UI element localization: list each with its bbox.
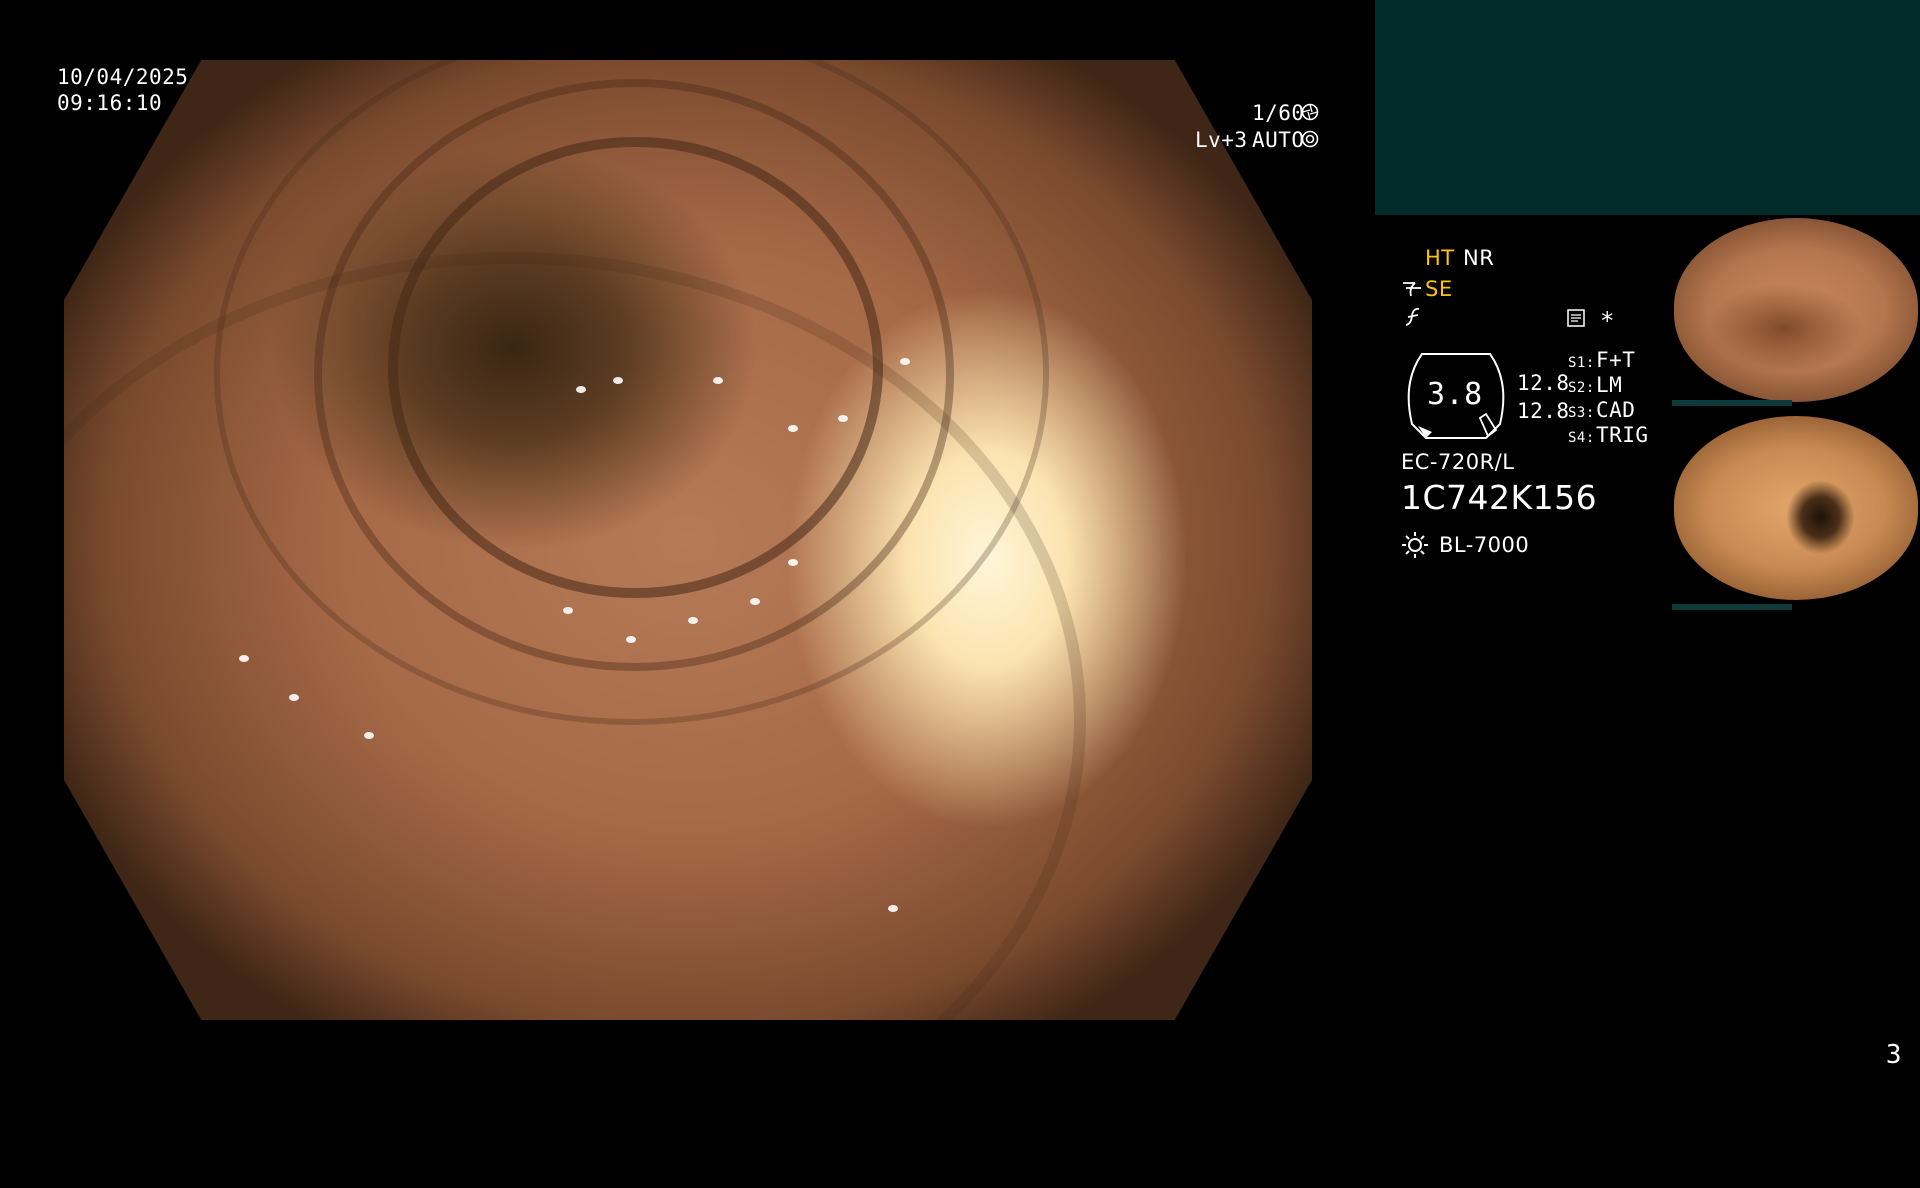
specular-highlight [837, 415, 848, 423]
nr-label: NR [1463, 246, 1495, 270]
enhancement-icon [1403, 282, 1421, 297]
specular-highlight [887, 904, 898, 912]
switch-key: S2: [1568, 380, 1595, 396]
thumbnail-image [1674, 416, 1918, 600]
memo-icon [1567, 309, 1585, 327]
brightness-level-text: Lv+3 [1195, 128, 1248, 152]
specular-highlight [712, 376, 723, 384]
se-label: SE [1425, 277, 1453, 301]
date-text: 10/04/2025 [57, 65, 189, 89]
info-display-box [1375, 0, 1920, 215]
lamp-value: 3.8 [1427, 377, 1483, 412]
light-source-model: BL-7000 [1439, 533, 1530, 557]
iris-icon [1301, 130, 1319, 148]
switch-value: LM [1596, 373, 1623, 397]
specular-highlight [363, 732, 374, 739]
specular-highlight [613, 376, 624, 384]
specular-highlight [288, 693, 299, 701]
switch-key: S1: [1568, 355, 1595, 371]
specular-highlight [787, 424, 798, 432]
readout-1: 12.8 [1517, 371, 1570, 395]
captured-thumbnail-1[interactable] [1672, 216, 1920, 406]
main-endoscope-view [64, 60, 1312, 1020]
page-number: 3 [1885, 1040, 1902, 1070]
star-marker: * [1600, 307, 1615, 335]
thumbnail-image [1674, 218, 1918, 402]
switch-value: CAD [1596, 398, 1636, 422]
switch-value: TRIG [1596, 423, 1649, 447]
sun-icon [1402, 532, 1428, 558]
exposure-mode-text: AUTO [1252, 128, 1305, 152]
shutter-speed-text: 1/60 [1252, 101, 1305, 125]
specular-highlight [750, 597, 761, 605]
scope-model: EC-720R/L [1401, 450, 1515, 474]
ht-label: HT [1425, 246, 1455, 270]
readout-2: 12.8 [1517, 399, 1570, 423]
function-icon [1405, 307, 1420, 326]
specular-highlight [900, 357, 911, 365]
specular-highlight [688, 616, 698, 624]
thumbnail-indicator [1672, 400, 1792, 406]
captured-thumbnail-2[interactable] [1672, 414, 1920, 610]
specular-highlight [625, 636, 636, 643]
switch-key: S3: [1568, 405, 1595, 421]
switch-value: F+T [1596, 348, 1636, 372]
scope-serial: 1C742K156 [1401, 478, 1598, 517]
aperture-icon [1301, 103, 1319, 121]
switch-key: S4: [1568, 430, 1595, 446]
time-text: 09:16:10 [57, 91, 163, 115]
thumbnail-indicator [1672, 604, 1792, 610]
specular-highlight [238, 655, 249, 663]
